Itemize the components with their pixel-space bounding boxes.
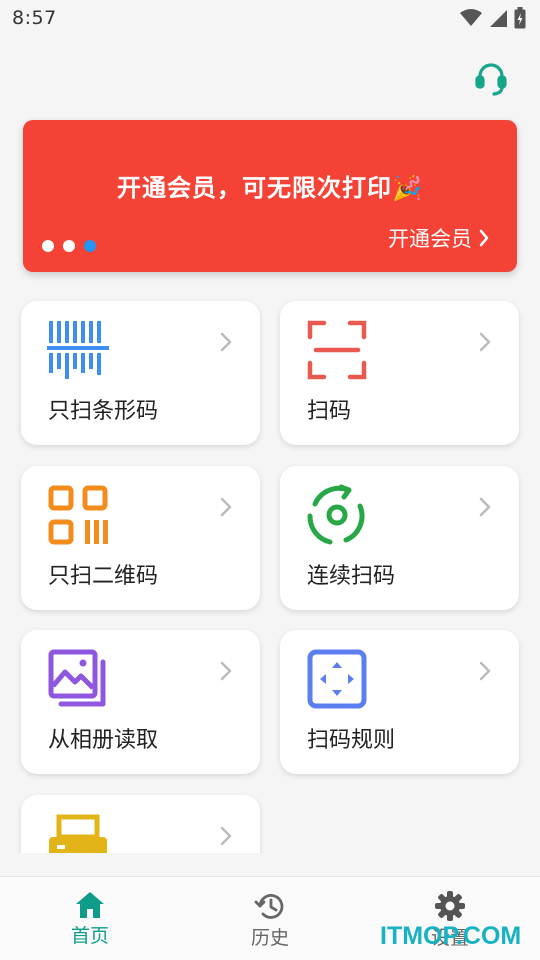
- scroll-clip: [0, 780, 540, 853]
- headset-icon: [475, 63, 507, 96]
- continuous-scan-icon: [307, 484, 365, 545]
- banner-pagination: [42, 240, 96, 252]
- printer-icon: [49, 814, 107, 853]
- wifi-icon: [460, 9, 482, 26]
- feature-label: 连续扫码: [307, 564, 396, 589]
- feature-card-barcode[interactable]: 只扫条形码: [21, 301, 260, 445]
- settings-icon: [435, 891, 465, 921]
- feature-label: 扫码规则: [307, 728, 396, 753]
- open-membership-link[interactable]: 开通会员: [388, 223, 490, 253]
- scan-frame-icon: [307, 320, 367, 380]
- feature-label: 扫码: [307, 399, 352, 424]
- feature-label: 只扫二维码: [48, 564, 159, 589]
- status-icons: [460, 7, 526, 29]
- chevron-right-icon: [479, 661, 491, 681]
- signal-icon: [490, 10, 507, 27]
- qr-code-icon: [48, 485, 108, 545]
- feature-card-scan-rules[interactable]: 扫码规则: [280, 630, 519, 774]
- watermark: ITMOP.COM: [380, 922, 522, 950]
- chevron-right-icon: [220, 661, 232, 681]
- status-bar: 8:57: [0, 0, 540, 36]
- feature-card-scan[interactable]: 扫码: [280, 301, 519, 445]
- banner-title: 开通会员，可无限次打印🎉: [117, 174, 423, 202]
- feature-card-continuous-scan[interactable]: 连续扫码: [280, 466, 519, 610]
- banner-dot[interactable]: [42, 240, 54, 252]
- chevron-right-icon: [479, 497, 491, 517]
- banner-dot[interactable]: [63, 240, 75, 252]
- feature-card-qrcode[interactable]: 只扫二维码: [21, 466, 260, 610]
- customer-service-button[interactable]: [468, 56, 514, 102]
- chevron-right-icon: [479, 332, 491, 352]
- nav-tab-history[interactable]: 历史: [210, 891, 330, 950]
- open-membership-label: 开通会员: [388, 227, 472, 251]
- feature-card-read-from-album[interactable]: 从相册读取: [21, 630, 260, 774]
- chevron-right-icon: [220, 826, 232, 846]
- feature-card-printer[interactable]: [21, 795, 260, 853]
- nav-tab-home[interactable]: 首页: [30, 891, 150, 948]
- scan-rules-icon: [307, 649, 367, 709]
- banner-dot-active[interactable]: [84, 240, 96, 252]
- barcode-icon: [47, 321, 109, 379]
- status-time: 8:57: [12, 7, 57, 29]
- nav-label: 历史: [250, 927, 289, 949]
- chevron-right-icon: [220, 332, 232, 352]
- home-icon: [76, 892, 104, 918]
- chevron-right-icon: [479, 229, 489, 247]
- feature-label: 只扫条形码: [48, 399, 159, 424]
- chevron-right-icon: [220, 497, 232, 517]
- gallery-icon: [48, 649, 106, 707]
- feature-label: 从相册读取: [48, 728, 159, 753]
- history-icon: [254, 894, 284, 919]
- battery-icon: [514, 7, 526, 29]
- nav-label: 首页: [70, 925, 109, 947]
